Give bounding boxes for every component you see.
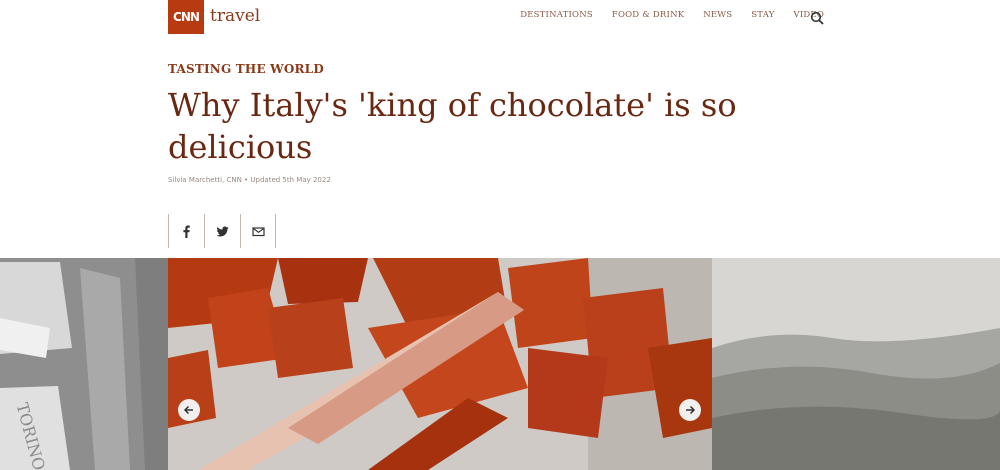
twitter-share-button[interactable]: [204, 214, 240, 248]
facebook-share-button[interactable]: [168, 214, 204, 248]
previous-slide-image: TORINO: [0, 258, 168, 470]
nav-news[interactable]: NEWS: [703, 10, 732, 20]
twitter-icon: [216, 226, 229, 236]
photo-gallery: TORINO: [0, 258, 1000, 470]
nav-food-drink[interactable]: FOOD & DRINK: [612, 10, 684, 20]
facebook-icon: [183, 225, 190, 238]
arrow-right-icon: [686, 405, 696, 415]
previous-slide-button[interactable]: [178, 399, 200, 421]
email-icon: [251, 226, 265, 236]
search-icon[interactable]: [810, 10, 824, 25]
article-byline: Silvia Marchetti, CNN • Updated 5th May …: [168, 176, 331, 184]
next-slide-image: [712, 258, 1000, 470]
arrow-left-icon: [183, 405, 193, 415]
email-share-button[interactable]: [240, 214, 276, 248]
article-kicker[interactable]: TASTING THE WORLD: [168, 62, 324, 76]
logo-text: CNN: [173, 10, 200, 24]
cnn-logo[interactable]: CNN: [168, 0, 204, 34]
article-headline: Why Italy's 'king of chocolate' is so de…: [168, 86, 737, 166]
main-nav: DESTINATIONS FOOD & DRINK NEWS STAY VIDE…: [520, 10, 824, 20]
main-slide-image: [168, 258, 712, 470]
nav-destinations[interactable]: DESTINATIONS: [520, 10, 593, 20]
next-slide-button[interactable]: [679, 399, 701, 421]
section-name[interactable]: travel: [210, 6, 260, 26]
site-header: CNN travel DESTINATIONS FOOD & DRINK NEW…: [0, 0, 1000, 36]
nav-stay[interactable]: STAY: [751, 10, 774, 20]
share-bar: [168, 214, 276, 248]
